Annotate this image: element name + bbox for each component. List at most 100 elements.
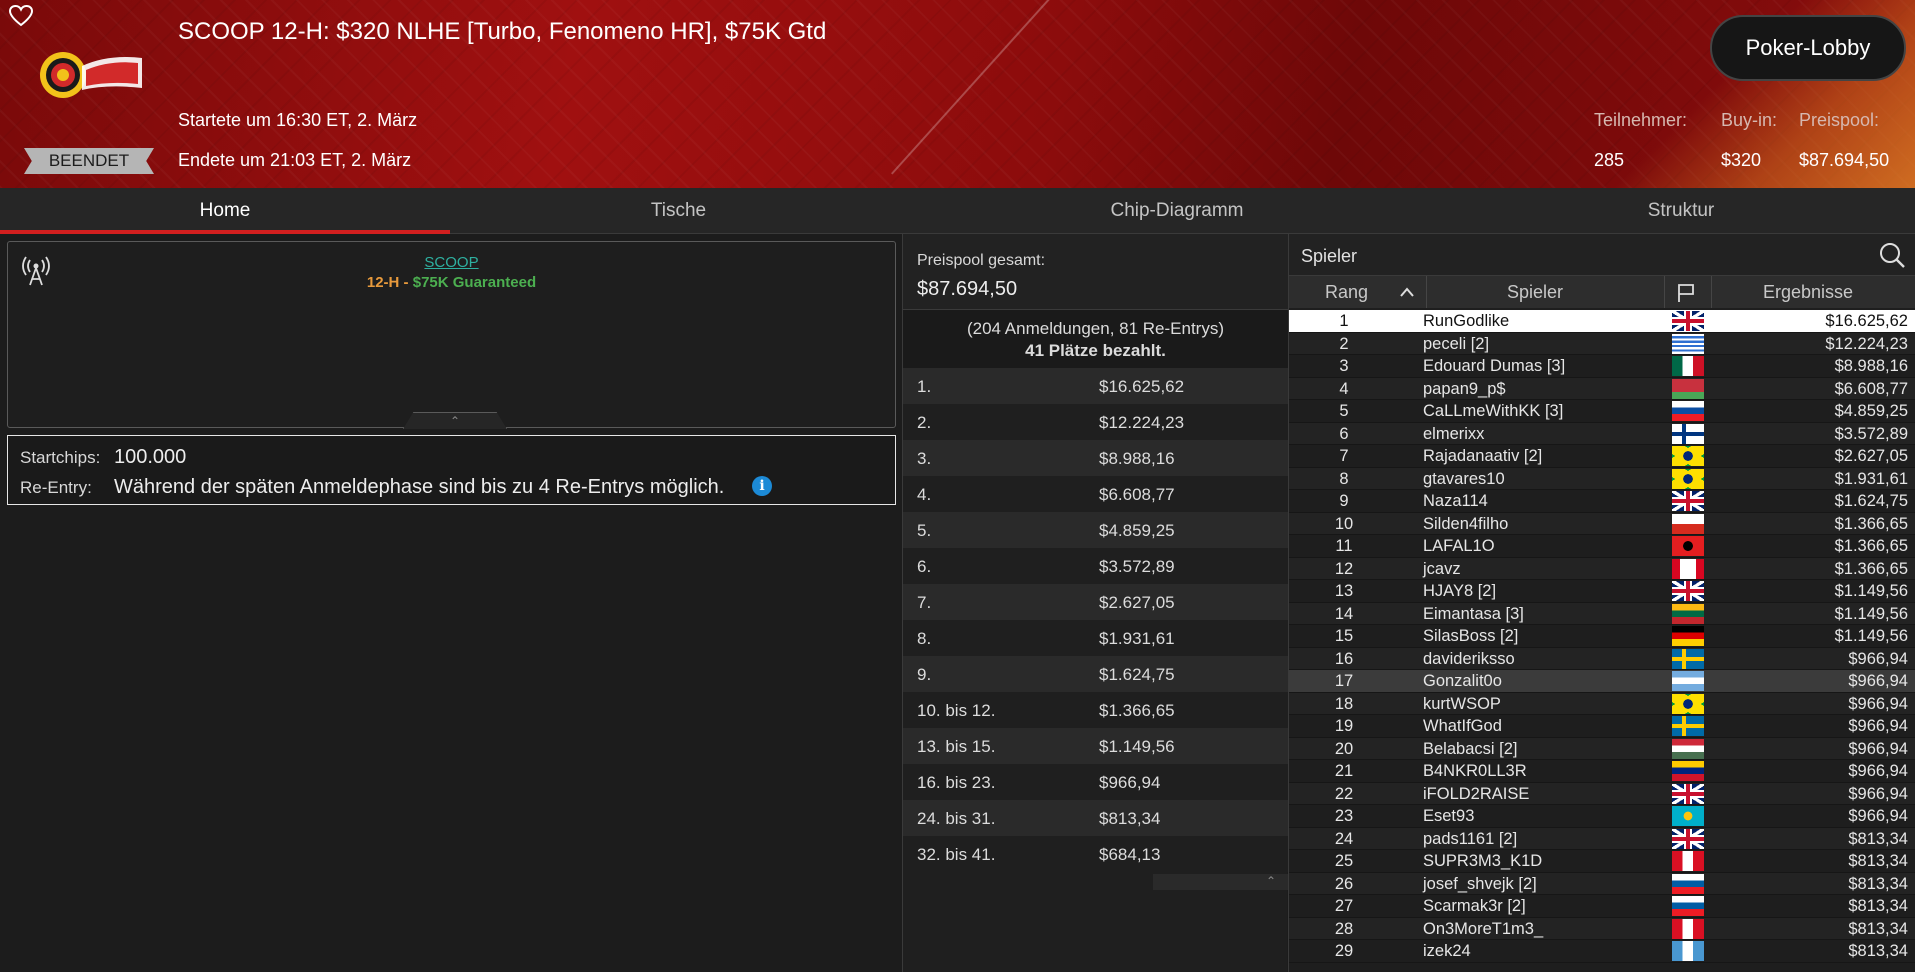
player-row[interactable]: 12 jcavz $1.366,65	[1289, 557, 1915, 580]
tournament-settings-box: Startchips: 100.000 Re-Entry: Während de…	[7, 435, 896, 505]
player-row[interactable]: 1 RunGodlike $16.625,62	[1289, 310, 1915, 333]
player-result: $8.988,16	[1834, 357, 1908, 375]
column-results[interactable]: Ergebnisse	[1763, 282, 1853, 303]
start-time: Startete um 16:30 ET, 2. März	[178, 110, 418, 130]
payout-row: 32. bis 41. $684,13	[903, 836, 1288, 872]
player-name: RunGodlike	[1423, 312, 1510, 330]
player-result: $813,34	[1848, 852, 1908, 870]
player-rank: 5	[1339, 402, 1349, 420]
player-result: $2.627,05	[1834, 447, 1908, 465]
player-name: Scarmak3r [2]	[1423, 897, 1526, 915]
series-link[interactable]: SCOOP	[8, 254, 895, 271]
player-row[interactable]: 11 LAFAL1O $1.366,65	[1289, 535, 1915, 558]
tab-chip-chart[interactable]: Chip-Diagramm	[907, 188, 1447, 234]
player-row[interactable]: 25 SUPR3M3_K1D $813,34	[1289, 850, 1915, 873]
player-row[interactable]: 13 HJAY8 [2] $1.149,56	[1289, 580, 1915, 603]
poker-lobby-button[interactable]: Poker-Lobby	[1710, 15, 1906, 81]
player-row[interactable]: 5 CaLLmeWithKK [3] $4.859,25	[1289, 400, 1915, 423]
player-rank: 12	[1334, 559, 1354, 578]
event-subline: 12-H - $75K Guaranteed	[8, 274, 895, 291]
flag-column-icon[interactable]	[1676, 283, 1696, 303]
player-row[interactable]: 14 Eimantasa [3] $1.149,56	[1289, 602, 1915, 625]
player-name: Eimantasa [3]	[1423, 604, 1524, 623]
player-row[interactable]: 15 SilasBoss [2] $1.149,56	[1289, 625, 1915, 648]
player-rank: 8	[1339, 469, 1349, 488]
country-flag-icon	[1672, 873, 1704, 894]
tab-tables[interactable]: Tische	[450, 188, 907, 234]
player-rank: 23	[1334, 807, 1354, 825]
payout-place: 2.	[917, 413, 932, 432]
player-row[interactable]: 26 josef_shvejk [2] $813,34	[1289, 872, 1915, 895]
column-rank[interactable]: Rang	[1325, 282, 1368, 303]
player-rank: 26	[1334, 874, 1354, 893]
player-name: iFOLD2RAISE	[1423, 784, 1530, 803]
player-result: $966,94	[1848, 649, 1908, 668]
player-row[interactable]: 23 Eset93 $966,94	[1289, 805, 1915, 828]
player-result: $813,34	[1848, 897, 1908, 915]
country-flag-icon	[1672, 311, 1704, 331]
player-row[interactable]: 9 Naza114 $1.624,75	[1289, 490, 1915, 513]
tab-structure[interactable]: Struktur	[1447, 188, 1915, 234]
player-row[interactable]: 10 Silden4filho $1.366,65	[1289, 512, 1915, 535]
payout-list: 1. $16.625,62 2. $12.224,23 3. $8.988,16 4. $6.…	[903, 368, 1288, 872]
tournament-title: SCOOP 12-H: $320 NLHE [Turbo, Fenomeno H…	[178, 18, 827, 45]
player-rank: 13	[1334, 582, 1354, 600]
player-row[interactable]: 3 Edouard Dumas [3] $8.988,16	[1289, 355, 1915, 378]
payout-place: 32. bis 41.	[917, 845, 996, 864]
prizepool-value: $87.694,50	[1799, 150, 1890, 170]
country-flag-icon	[1672, 738, 1704, 759]
player-row[interactable]: 2 peceli [2] $12.224,23	[1289, 332, 1915, 355]
sort-ascending-icon[interactable]	[1400, 287, 1414, 297]
player-row[interactable]: 29 izek24 $813,34	[1289, 940, 1915, 963]
player-result: $1.624,75	[1834, 492, 1908, 510]
player-row[interactable]: 16 davideriksso $966,94	[1289, 647, 1915, 670]
player-result: $966,94	[1848, 762, 1908, 780]
entries-line: (204 Anmeldungen, 81 Re-Entrys)	[966, 319, 1225, 338]
scroll-up-icon[interactable]: ⌃	[1153, 874, 1288, 890]
player-name: Eset93	[1423, 807, 1475, 825]
payout-amount: $1.931,61	[1099, 629, 1175, 648]
player-row[interactable]: 7 Rajadanaativ [2] $2.627,05	[1289, 445, 1915, 468]
tab-home[interactable]: Home	[0, 188, 450, 234]
player-name: SUPR3M3_K1D	[1423, 852, 1543, 870]
player-rank: 9	[1339, 492, 1349, 510]
payout-place: 16. bis 23.	[917, 773, 996, 792]
buyin-label: Buy-in:	[1721, 110, 1778, 130]
player-result: $1.149,56	[1834, 627, 1908, 645]
payout-place: 13. bis 15.	[917, 737, 996, 756]
column-player[interactable]: Spieler	[1507, 282, 1563, 303]
payout-row: 16. bis 23. $966,94	[903, 764, 1288, 800]
player-row[interactable]: 18 kurtWSOP $966,94	[1289, 692, 1915, 715]
info-icon[interactable]: i	[752, 476, 772, 496]
player-result: $966,94	[1848, 784, 1908, 803]
player-result: $4.859,25	[1834, 402, 1908, 420]
player-result: $813,34	[1848, 874, 1908, 893]
player-rank: 21	[1334, 762, 1354, 780]
payout-place: 8.	[917, 629, 932, 648]
player-row[interactable]: 27 Scarmak3r [2] $813,34	[1289, 895, 1915, 918]
player-row[interactable]: 21 B4NKR0LL3R $966,94	[1289, 760, 1915, 783]
player-row[interactable]: 4 papan9_p$ $6.608,77	[1289, 377, 1915, 400]
player-row[interactable]: 20 Belabacsi [2] $966,94	[1289, 737, 1915, 760]
buyin-value: $320	[1721, 150, 1762, 170]
payout-row: 1. $16.625,62	[903, 368, 1288, 404]
player-name: jcavz	[1423, 559, 1461, 578]
active-tab-indicator	[0, 230, 450, 234]
player-row[interactable]: 6 elmerixx $3.572,89	[1289, 422, 1915, 445]
player-rank: 20	[1334, 739, 1354, 758]
player-row[interactable]: 22 iFOLD2RAISE $966,94	[1289, 782, 1915, 805]
player-name: elmerixx	[1423, 424, 1485, 443]
player-rank: 14	[1334, 604, 1354, 623]
collapse-toggle[interactable]: ⌃	[403, 412, 507, 429]
player-row[interactable]: 8 gtavares10 $1.931,61	[1289, 467, 1915, 490]
player-name: On3MoreT1m3_	[1423, 919, 1544, 938]
player-row[interactable]: 17 Gonzalit0o $966,94	[1289, 670, 1915, 693]
paid-places-line: 41 Plätze bezahlt.	[1025, 341, 1166, 360]
payout-row: 8. $1.931,61	[903, 620, 1288, 656]
country-flag-icon	[1672, 333, 1704, 354]
player-row[interactable]: 28 On3MoreT1m3_ $813,34	[1289, 917, 1915, 940]
favorite-heart-icon[interactable]	[8, 4, 34, 28]
search-icon[interactable]	[1878, 241, 1906, 269]
player-row[interactable]: 24 pads1161 [2] $813,34	[1289, 827, 1915, 850]
player-row[interactable]: 19 WhatIfGod $966,94	[1289, 715, 1915, 738]
